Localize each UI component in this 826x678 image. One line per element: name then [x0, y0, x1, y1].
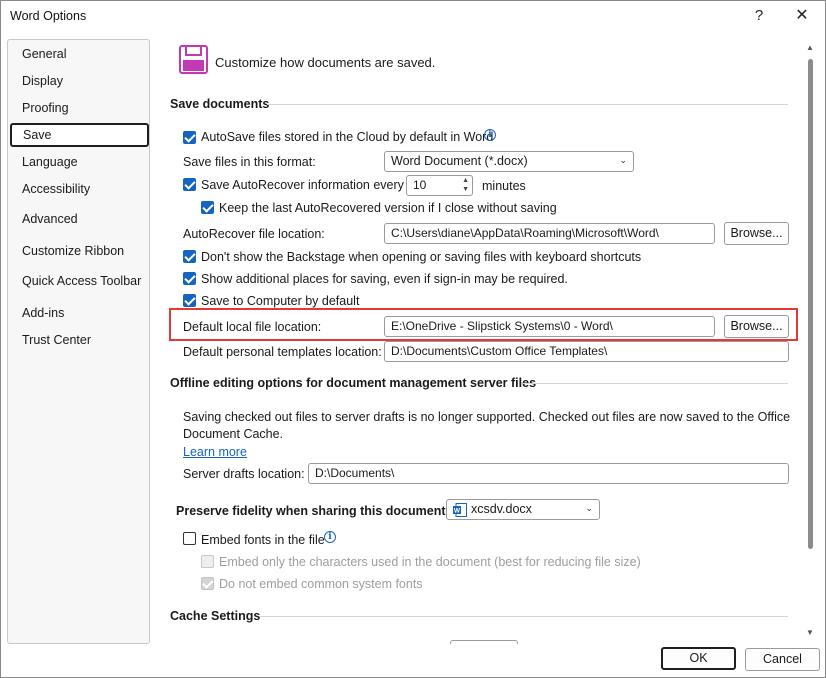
chevron-down-icon: ⌄ [619, 155, 627, 165]
word-document-icon: W [453, 503, 467, 517]
sidebar-item-customize-ribbon[interactable]: Customize Ribbon [22, 244, 124, 258]
info-icon: i [324, 531, 336, 543]
word-options-dialog: Word Options ? ✕ General Display Proofin… [0, 0, 826, 678]
server-drafts-label: Server drafts location: [183, 467, 305, 481]
spinner-arrows-icon[interactable]: ▲ ▼ [462, 176, 469, 194]
autorecover-location-label: AutoRecover file location: [183, 227, 325, 241]
fidelity-document-select[interactable]: W xcsdv.docx ⌄ [446, 499, 600, 520]
default-local-location-field[interactable]: E:\OneDrive - Slipstick Systems\0 - Word… [384, 316, 715, 337]
info-icon: i [484, 129, 496, 141]
section-divider [267, 104, 788, 105]
save-to-computer-checkbox[interactable] [183, 294, 196, 307]
sidebar-item-general[interactable]: General [22, 47, 66, 61]
sidebar-item-quick-access-toolbar[interactable]: Quick Access Toolbar [22, 274, 141, 288]
options-sidebar: General Display Proofing Save Language A… [7, 39, 150, 644]
sidebar-item-trust-center[interactable]: Trust Center [22, 333, 91, 347]
server-drafts-notice-line2: Document Cache. [183, 427, 284, 441]
additional-places-checkbox[interactable] [183, 272, 196, 285]
default-templates-location-field[interactable]: D:\Documents\Custom Office Templates\ [384, 341, 789, 362]
backstage-checkbox[interactable] [183, 250, 196, 263]
autorecover-checkbox[interactable] [183, 178, 196, 191]
save-format-label: Save files in this format: [183, 155, 316, 169]
no-common-fonts-label: Do not embed common system fonts [219, 577, 423, 591]
embed-used-characters-checkbox[interactable] [201, 555, 214, 568]
autorecover-label: Save AutoRecover information every [201, 178, 404, 192]
learn-more-link[interactable]: Learn more [183, 445, 247, 459]
embed-fonts-checkbox[interactable] [183, 532, 196, 545]
keep-last-autorecovered-label: Keep the last AutoRecovered version if I… [219, 201, 557, 215]
cancel-button[interactable]: Cancel [745, 648, 820, 671]
default-templates-location-label: Default personal templates location: [183, 345, 382, 359]
section-divider [523, 383, 788, 384]
minutes-label: minutes [482, 179, 526, 193]
autosave-label: AutoSave files stored in the Cloud by de… [201, 130, 494, 144]
section-divider [259, 616, 788, 617]
scroll-down-arrow-icon[interactable]: ▼ [806, 628, 814, 637]
autosave-checkbox[interactable] [183, 131, 196, 144]
chevron-down-icon: ⌄ [585, 503, 593, 513]
autorecover-minutes-value: 10 [413, 178, 427, 192]
cache-settings-heading: Cache Settings [170, 609, 261, 623]
sidebar-item-language[interactable]: Language [22, 155, 78, 169]
offline-editing-heading: Offline editing options for document man… [170, 376, 537, 390]
embed-used-characters-label: Embed only the characters used in the do… [219, 555, 641, 569]
autorecover-minutes-stepper[interactable]: 10 ▲ ▼ [406, 175, 473, 196]
no-common-fonts-checkbox[interactable] [201, 577, 214, 590]
vertical-scrollbar[interactable]: ▲ ▼ [801, 39, 823, 643]
embed-fonts-label: Embed fonts in the file [201, 533, 325, 547]
server-drafts-notice-line1: Saving checked out files to server draft… [183, 410, 791, 424]
server-drafts-field[interactable]: D:\Documents\ [308, 463, 789, 484]
close-button[interactable]: ✕ [787, 3, 817, 29]
save-document-icon [179, 45, 208, 74]
keep-last-autorecovered-checkbox[interactable] [201, 201, 214, 214]
ok-button[interactable]: OK [661, 647, 736, 670]
dialog-title: Word Options [10, 9, 87, 23]
cut-off-button [450, 640, 518, 644]
save-format-select[interactable]: Word Document (*.docx) ⌄ [384, 151, 634, 172]
scroll-up-arrow-icon[interactable]: ▲ [806, 43, 814, 52]
page-header-text: Customize how documents are saved. [215, 55, 436, 70]
fidelity-heading: Preserve fidelity when sharing this docu… [176, 504, 450, 518]
autorecover-browse-button[interactable]: Browse... [724, 222, 789, 245]
sidebar-item-accessibility[interactable]: Accessibility [22, 182, 90, 196]
autorecover-location-field[interactable]: C:\Users\diane\AppData\Roaming\Microsoft… [384, 223, 715, 244]
sidebar-item-proofing[interactable]: Proofing [22, 101, 69, 115]
save-documents-heading: Save documents [170, 97, 270, 111]
sidebar-item-add-ins[interactable]: Add-ins [22, 306, 64, 320]
fidelity-document-value: xcsdv.docx [471, 502, 532, 516]
sidebar-item-display[interactable]: Display [22, 74, 63, 88]
sidebar-item-advanced[interactable]: Advanced [22, 212, 78, 226]
svg-text:W: W [454, 508, 461, 515]
sidebar-item-save[interactable]: Save [10, 123, 149, 147]
default-local-browse-button[interactable]: Browse... [724, 315, 789, 338]
additional-places-label: Show additional places for saving, even … [201, 272, 568, 286]
scroll-thumb[interactable] [808, 59, 813, 549]
backstage-label: Don't show the Backstage when opening or… [201, 250, 642, 264]
default-local-location-label: Default local file location: [183, 320, 322, 334]
save-to-computer-label: Save to Computer by default [201, 294, 360, 308]
save-format-value: Word Document (*.docx) [391, 154, 528, 168]
help-button[interactable]: ? [745, 3, 773, 29]
